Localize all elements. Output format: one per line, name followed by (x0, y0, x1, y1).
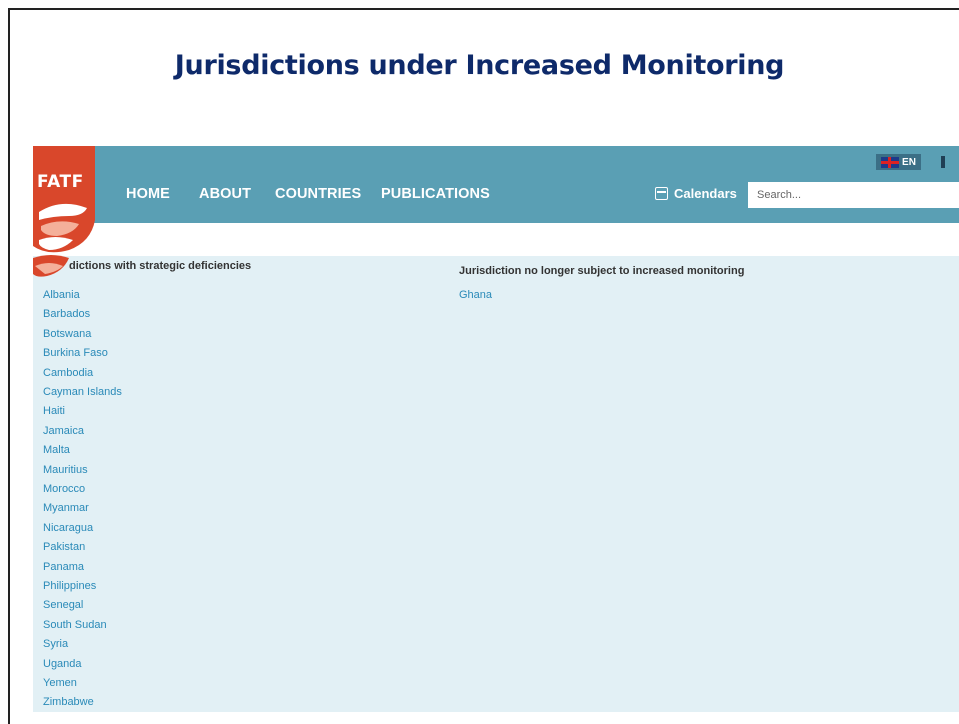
calendars-link[interactable]: Calendars (655, 186, 737, 201)
search-input[interactable] (748, 182, 959, 208)
slide-title: Jurisdictions under Increased Monitoring (174, 50, 785, 81)
language-selector[interactable]: EN (876, 154, 921, 170)
nav-home[interactable]: HOME (126, 186, 170, 202)
deficiency-country-item[interactable]: Morocco (43, 483, 85, 495)
deficiency-country-item[interactable]: Jamaica (43, 425, 84, 437)
deficiency-country-item[interactable]: Zimbabwe (43, 696, 94, 708)
language-label: EN (902, 156, 916, 168)
fatf-logo[interactable] (33, 146, 95, 286)
lists-panel: dictions with strategic deficiencies Jur… (33, 256, 959, 712)
website-screenshot: HOME ABOUT COUNTRIES PUBLICATIONS EN Cal… (33, 146, 959, 712)
deficiency-country-item[interactable]: Mauritius (43, 464, 88, 476)
calendars-label: Calendars (674, 186, 737, 201)
nav-publications[interactable]: PUBLICATIONS (381, 186, 490, 202)
deficiency-country-item[interactable]: Uganda (43, 658, 82, 670)
deficiency-country-item[interactable]: South Sudan (43, 619, 107, 631)
deficiency-country-item[interactable]: Albania (43, 289, 80, 301)
deficiency-country-item[interactable]: Haiti (43, 405, 65, 417)
deficiency-country-item[interactable]: Syria (43, 638, 68, 650)
deficiency-country-item[interactable]: Myanmar (43, 502, 89, 514)
deficiency-country-item[interactable]: Malta (43, 444, 70, 456)
deficiency-country-item[interactable]: Botswana (43, 328, 91, 340)
deficiency-country-item[interactable]: Pakistan (43, 541, 85, 553)
uk-flag-icon (881, 156, 900, 168)
removed-country-item[interactable]: Ghana (459, 289, 492, 301)
deficiency-country-item[interactable]: Philippines (43, 580, 96, 592)
language-menu-edge (941, 156, 945, 168)
deficiency-country-item[interactable]: Panama (43, 561, 84, 573)
deficiency-country-item[interactable]: Nicaragua (43, 522, 93, 534)
removed-heading: Jurisdiction no longer subject to increa… (459, 265, 745, 277)
nav-countries[interactable]: COUNTRIES (275, 186, 361, 202)
deficiency-country-item[interactable]: Burkina Faso (43, 347, 108, 359)
deficiency-country-item[interactable]: Cambodia (43, 367, 93, 379)
deficiencies-heading: dictions with strategic deficiencies (69, 260, 252, 272)
deficiency-country-item[interactable]: Cayman Islands (43, 386, 122, 398)
nav-about[interactable]: ABOUT (199, 186, 251, 202)
deficiency-country-item[interactable]: Senegal (43, 599, 83, 611)
logo-text: FATF (37, 172, 84, 192)
deficiency-country-item[interactable]: Yemen (43, 677, 77, 689)
deficiency-country-item[interactable]: Barbados (43, 308, 90, 320)
calendar-icon (655, 187, 668, 200)
top-navbar: HOME ABOUT COUNTRIES PUBLICATIONS EN Cal… (33, 146, 959, 223)
